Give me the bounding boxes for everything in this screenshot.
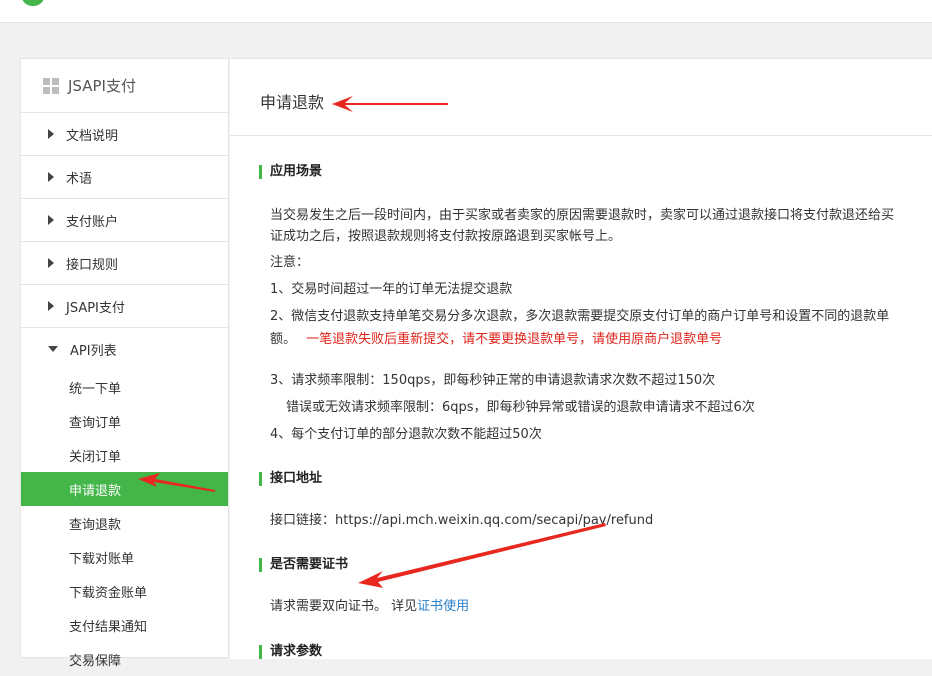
scenario-text-line2: 证成功之后，按照退款规则将支付款按原路退到买家帐号上。 [270, 229, 622, 244]
sidebar-subitem-refund[interactable]: 申请退款 [21, 472, 228, 506]
sidebar-item-label: API列表 [70, 343, 117, 359]
cert-line: 请求需要双向证书。 详见证书使用 [270, 595, 469, 614]
sidebar-item-docs[interactable]: 文档说明 [21, 113, 228, 156]
sidebar-header-label: JSAPI支付 [68, 77, 136, 95]
top-bar [0, 0, 932, 23]
sidebar-item-label: JSAPI支付 [66, 300, 125, 316]
caret-right-icon [48, 129, 54, 139]
wechat-pay-logo[interactable] [22, 0, 44, 6]
note-2-tail: 额。 [270, 332, 297, 347]
sidebar-nav: JSAPI支付 文档说明 术语 支付账户 接口规则 JSAPI支付 API列表 … [20, 58, 229, 669]
cert-text: 请求需要双向证书。 详见 [270, 599, 418, 614]
sidebar-item-api-list[interactable]: API列表 [21, 328, 228, 370]
sidebar-item-terms[interactable]: 术语 [21, 156, 228, 199]
sidebar-item-label: 术语 [66, 171, 93, 187]
sidebar-item-accounts[interactable]: 支付账户 [21, 199, 228, 242]
caret-right-icon [48, 172, 54, 182]
endpoint-url: https://api.mch.weixin.qq.com/secapi/pay… [335, 513, 654, 528]
note-2-continuation: 额。 一笔退款失败后重新提交，请不要更换退款单号，请使用原商户退款单号 [270, 328, 722, 347]
page-title: 申请退款 [260, 93, 325, 112]
sidebar-item-label: 文档说明 [66, 128, 119, 144]
sidebar-subitem-download-fund-bill[interactable]: 下载资金账单 [21, 574, 228, 608]
section-heading-cert: 是否需要证书 [259, 558, 348, 572]
sidebar-subitem-trade-guarantee[interactable]: 交易保障 [21, 642, 228, 676]
section-heading-endpoint: 接口地址 [259, 472, 322, 486]
section-heading-scenario: 应用场景 [259, 165, 322, 179]
sidebar-item-jsapi[interactable]: JSAPI支付 [21, 285, 228, 328]
sidebar-header: JSAPI支付 [21, 59, 228, 113]
caret-right-icon [48, 301, 54, 311]
sidebar-subitem-query-order[interactable]: 查询订单 [21, 404, 228, 438]
main-content: 申请退款 应用场景 当交易发生之后一段时间内，由于买家或者卖家的原因需要退款时，… [230, 58, 932, 659]
note-label: 注意： [270, 255, 310, 270]
scenario-text-line1: 当交易发生之后一段时间内，由于买家或者卖家的原因需要退款时，卖家可以通过退款接口… [270, 208, 895, 223]
sidebar-subitem-download-bill[interactable]: 下载对账单 [21, 540, 228, 574]
note-1: 1、交易时间超过一年的订单无法提交退款 [270, 282, 513, 297]
caret-right-icon [48, 215, 54, 225]
sidebar-subitem-unified-order[interactable]: 统一下单 [21, 370, 228, 404]
sidebar-subitem-close-order[interactable]: 关闭订单 [21, 438, 228, 472]
sidebar-item-rules[interactable]: 接口规则 [21, 242, 228, 285]
note-3-sub: 错误或无效请求频率限制：6qps，即每秒钟异常或错误的退款申请请求不超过6次 [286, 400, 755, 415]
section-heading-params: 请求参数 [259, 645, 322, 659]
note-4: 4、每个支付订单的部分退款次数不能超过50次 [270, 427, 542, 442]
note-3: 3、请求频率限制：150qps，即每秒钟正常的申请退款请求次数不超过150次 [270, 373, 716, 388]
endpoint-label: 接口链接： [270, 513, 336, 528]
cert-usage-link[interactable]: 证书使用 [417, 599, 469, 614]
caret-right-icon [48, 258, 54, 268]
note-2-warning: 一笔退款失败后重新提交，请不要更换退款单号，请使用原商户退款单号 [306, 332, 723, 347]
note-2: 2、微信支付退款支持单笔交易分多次退款，多次退款需要提交原支付订单的商户订单号和… [270, 309, 890, 324]
grid-icon [43, 77, 59, 94]
sidebar-subitem-pay-notify[interactable]: 支付结果通知 [21, 608, 228, 642]
sidebar-subitem-query-refund[interactable]: 查询退款 [21, 506, 228, 540]
endpoint-line: 接口链接：https://api.mch.weixin.qq.com/secap… [270, 509, 653, 528]
divider [230, 135, 932, 136]
sidebar-item-label: 支付账户 [66, 214, 119, 230]
sidebar-item-label: 接口规则 [66, 257, 119, 273]
caret-down-icon [48, 346, 58, 352]
